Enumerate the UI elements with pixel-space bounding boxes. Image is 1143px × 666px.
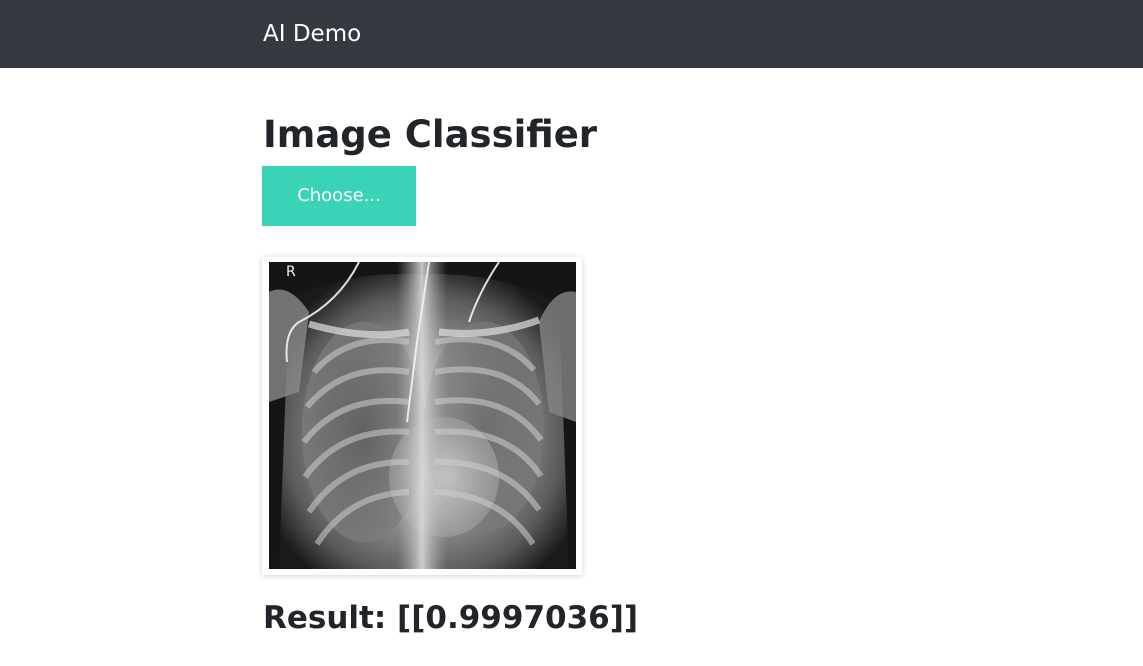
result-text: Result: [[0.9997036]] [263, 600, 639, 636]
navbar-brand[interactable]: AI Demo [263, 19, 361, 49]
chest-xray-image: R [269, 262, 576, 569]
page-title: Image Classifier [263, 113, 598, 156]
top-navbar: AI Demo [0, 0, 1143, 68]
image-preview-frame: R [262, 257, 582, 575]
choose-file-button[interactable]: Choose... [262, 166, 416, 226]
xray-marker-letter: R [286, 264, 296, 280]
